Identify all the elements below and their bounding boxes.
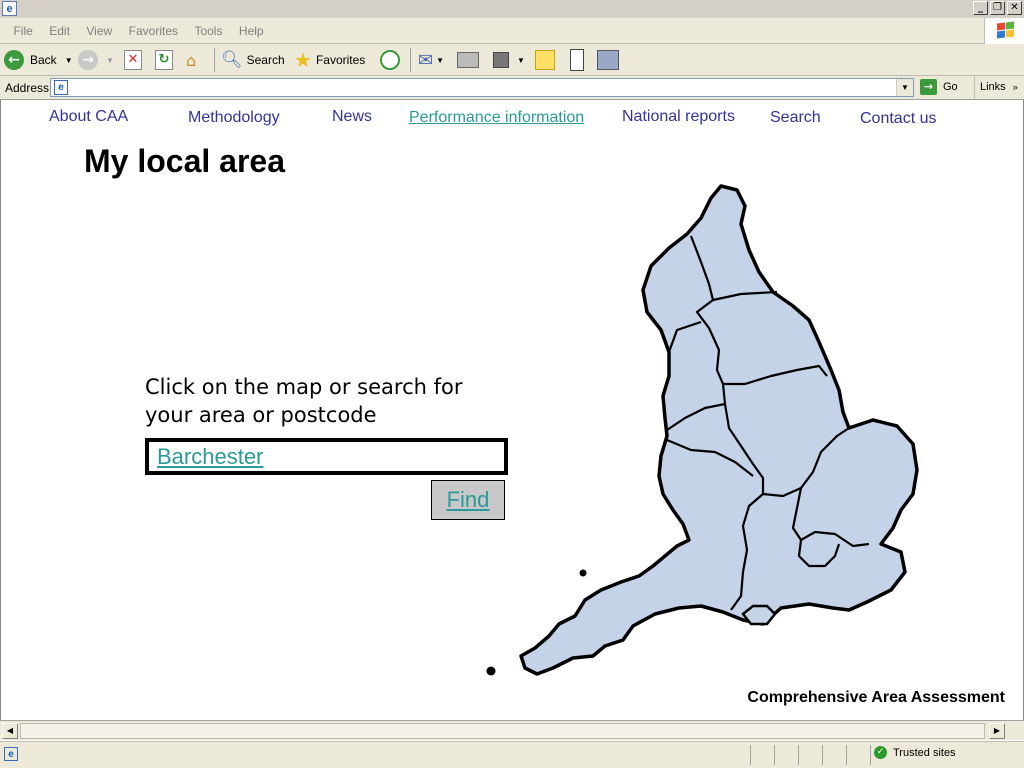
stop-icon: ✕	[124, 50, 142, 70]
nav-about-caa[interactable]: About CAA	[49, 108, 128, 126]
menu-tools[interactable]: Tools	[188, 18, 228, 44]
links-label: Links	[980, 81, 1006, 93]
security-zone: ✓ Trusted sites	[874, 746, 956, 759]
research-button[interactable]	[597, 48, 619, 72]
menu-edit[interactable]: Edit	[43, 18, 76, 44]
map-isle-of-wight[interactable]	[741, 604, 777, 626]
history-button[interactable]	[380, 48, 400, 72]
scroll-thumb[interactable]	[20, 723, 985, 739]
search-magnifier-icon: 🔍︎	[221, 50, 243, 70]
address-input[interactable]: e ▼	[50, 78, 914, 97]
footer-brand: Comprehensive Area Assessment	[747, 689, 1005, 706]
map-region-england-outline[interactable]	[519, 184, 919, 676]
nav-performance-information[interactable]: Performance information	[409, 109, 584, 127]
nav-methodology[interactable]: Methodology	[188, 109, 280, 127]
security-zone-label: Trusted sites	[893, 746, 956, 759]
windows-logo-icon	[984, 18, 1024, 44]
back-label: Back	[30, 53, 57, 67]
discuss-button[interactable]	[535, 48, 555, 72]
trusted-check-icon: ✓	[874, 746, 887, 759]
stop-button[interactable]: ✕	[124, 48, 142, 72]
chevron-right-icon: »	[1012, 82, 1018, 92]
menu-help[interactable]: Help	[233, 18, 270, 44]
home-icon: ⌂	[186, 50, 197, 70]
address-dropdown-icon[interactable]: ▼	[896, 79, 913, 96]
page-icon: e	[54, 80, 68, 95]
home-button[interactable]: ⌂	[186, 48, 196, 72]
standard-toolbar: ← Back ▼ → ▼ ✕ ↻ ⌂ 🔍︎ Search ★ Favorites…	[0, 44, 1024, 76]
page-title: My local area	[84, 143, 285, 179]
go-button[interactable]: → Go	[920, 79, 958, 95]
mail-button[interactable]: ✉ ▼	[418, 48, 444, 72]
nav-national-reports[interactable]: National reports	[622, 108, 735, 126]
status-page-icon: e	[4, 747, 18, 761]
address-bar: Address e ▼ → Go Links »	[0, 76, 1024, 100]
window-controls: _ ❐ ✕	[973, 1, 1022, 15]
device-icon	[570, 49, 584, 71]
search-toolbar-label: Search	[246, 53, 285, 67]
nav-news[interactable]: News	[332, 108, 372, 126]
favorites-star-icon: ★	[294, 48, 312, 72]
note-icon	[535, 50, 555, 70]
england-regions-map[interactable]	[481, 178, 931, 688]
back-dropdown-icon[interactable]: ▼	[65, 56, 73, 65]
page-content: About CAA Methodology News Performance i…	[0, 100, 1024, 720]
nav-search[interactable]: Search	[770, 109, 821, 127]
favorites-toolbar-button[interactable]: ★ Favorites	[294, 48, 365, 72]
refresh-button[interactable]: ↻	[155, 48, 173, 72]
favorites-toolbar-label: Favorites	[315, 53, 366, 67]
menu-bar: File Edit View Favorites Tools Help	[0, 18, 1024, 44]
menu-favorites[interactable]: Favorites	[123, 18, 184, 44]
back-button[interactable]: ← Back ▼	[4, 48, 73, 72]
forward-dropdown-icon[interactable]: ▼	[106, 56, 114, 65]
print-icon	[457, 52, 479, 68]
back-arrow-icon: ←	[4, 50, 24, 70]
edit-dropdown-icon[interactable]: ▼	[517, 56, 525, 65]
forward-button[interactable]: → ▼	[78, 48, 114, 72]
nav-contact-us[interactable]: Contact us	[860, 110, 936, 128]
menu-view[interactable]: View	[80, 18, 118, 44]
go-label: Go	[943, 81, 958, 93]
forward-arrow-icon: →	[78, 50, 98, 70]
print-button[interactable]	[457, 48, 479, 72]
mail-dropdown-icon[interactable]: ▼	[436, 56, 444, 65]
area-search-input[interactable]: Barchester	[145, 438, 508, 475]
go-arrow-icon: →	[920, 79, 937, 95]
minimize-icon[interactable]: _	[973, 1, 988, 15]
window-title-bar: e _ ❐ ✕	[0, 0, 1024, 18]
search-toolbar-button[interactable]: 🔍︎ Search	[221, 48, 285, 72]
messenger-button[interactable]	[570, 48, 584, 72]
research-icon	[597, 50, 619, 70]
map-isle-of-scilly-dot	[579, 569, 587, 577]
mail-icon: ✉	[418, 49, 434, 71]
history-icon	[380, 50, 400, 70]
links-button[interactable]: Links »	[974, 76, 1024, 99]
refresh-icon: ↻	[155, 50, 173, 70]
edit-icon	[493, 52, 509, 68]
restore-icon[interactable]: ❐	[990, 1, 1005, 15]
map-search-prompt: Click on the map or search for your area…	[145, 375, 463, 427]
scroll-left-icon[interactable]: ◀	[2, 723, 18, 739]
menu-file[interactable]: File	[7, 18, 38, 44]
ie-app-icon[interactable]: e	[2, 1, 17, 16]
address-label: Address	[5, 81, 50, 95]
scroll-right-icon[interactable]: ▶	[989, 723, 1005, 739]
edit-button[interactable]: ▼	[493, 48, 525, 72]
horizontal-scrollbar[interactable]: ◀ ▶	[0, 720, 1024, 740]
status-bar: e ✓ Trusted sites	[0, 741, 1024, 768]
close-icon[interactable]: ✕	[1007, 1, 1022, 15]
map-isles-of-scilly-dot	[486, 666, 496, 676]
